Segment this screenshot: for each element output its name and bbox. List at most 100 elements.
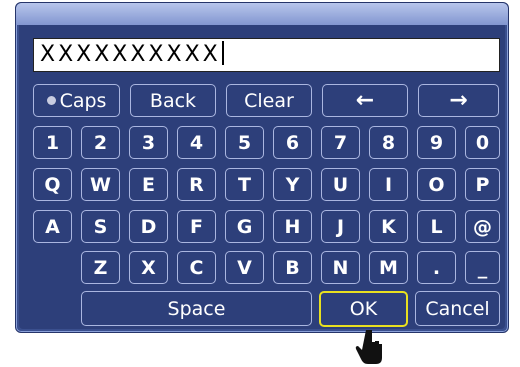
key-label: E <box>142 173 155 196</box>
key-label: @ <box>473 215 492 238</box>
key-x[interactable]: X <box>129 251 168 284</box>
key-2[interactable]: 2 <box>81 126 120 159</box>
cancel-button[interactable]: Cancel <box>415 291 500 326</box>
key-label: T <box>238 173 251 196</box>
key-n[interactable]: N <box>321 251 360 284</box>
key-v[interactable]: V <box>225 251 264 284</box>
ok-label: OK <box>349 298 378 320</box>
key-u[interactable]: U <box>321 168 360 201</box>
input-value: XXXXXXXXXX <box>40 42 221 67</box>
key-e[interactable]: E <box>129 168 168 201</box>
key-label: K <box>381 215 396 238</box>
key-9[interactable]: 9 <box>417 126 456 159</box>
text-input-field[interactable]: XXXXXXXXXX <box>33 38 500 72</box>
clear-key[interactable]: Clear <box>226 84 312 117</box>
key-l[interactable]: L <box>417 210 456 243</box>
key-label: Q <box>44 173 61 196</box>
key-c[interactable]: C <box>177 251 216 284</box>
caps-label: Caps <box>59 89 107 112</box>
key-d[interactable]: D <box>129 210 168 243</box>
space-label: Space <box>167 297 226 320</box>
key-label: W <box>90 173 111 196</box>
key-label: _ <box>477 256 488 279</box>
key-g[interactable]: G <box>225 210 264 243</box>
key-5[interactable]: 5 <box>225 126 264 159</box>
cursor-right-key[interactable]: → <box>418 84 499 117</box>
back-label: Back <box>149 89 197 112</box>
key-label: O <box>428 173 445 196</box>
key-w[interactable]: W <box>81 168 120 201</box>
key-m[interactable]: M <box>369 251 408 284</box>
key-p[interactable]: P <box>465 168 500 201</box>
ok-button[interactable]: OK <box>319 291 408 327</box>
key-label: B <box>285 256 300 279</box>
text-cursor <box>221 41 224 65</box>
caps-indicator-icon <box>46 96 56 105</box>
key-label: 7 <box>333 131 348 154</box>
key-label: 2 <box>93 131 108 154</box>
key-label: X <box>141 256 156 279</box>
key-label: U <box>332 173 349 196</box>
key-z[interactable]: Z <box>81 251 120 284</box>
key-label: P <box>475 173 490 196</box>
key-i[interactable]: I <box>369 168 408 201</box>
key-label: D <box>140 215 157 238</box>
key-y[interactable]: Y <box>273 168 312 201</box>
key-label: J <box>336 215 345 238</box>
key-at[interactable]: @ <box>465 210 500 243</box>
back-key[interactable]: Back <box>130 84 216 117</box>
key-label: R <box>189 173 204 196</box>
key-label: V <box>237 256 252 279</box>
key-underscore[interactable]: _ <box>465 251 500 284</box>
key-8[interactable]: 8 <box>369 126 408 159</box>
key-7[interactable]: 7 <box>321 126 360 159</box>
key-label: I <box>384 173 393 196</box>
key-h[interactable]: H <box>273 210 312 243</box>
key-label: Z <box>93 256 108 279</box>
right-arrow-icon: → <box>449 88 468 113</box>
key-label: 8 <box>381 131 396 154</box>
key-label: C <box>189 256 204 279</box>
key-label: 6 <box>285 131 300 154</box>
key-q[interactable]: Q <box>33 168 72 201</box>
key-b[interactable]: B <box>273 251 312 284</box>
key-label: N <box>332 256 349 279</box>
key-t[interactable]: T <box>225 168 264 201</box>
key-4[interactable]: 4 <box>177 126 216 159</box>
key-j[interactable]: J <box>321 210 360 243</box>
dialog-title-bar <box>16 3 508 25</box>
key-label: . <box>432 256 441 279</box>
key-label: 5 <box>237 131 252 154</box>
key-3[interactable]: 3 <box>129 126 168 159</box>
key-label: 0 <box>475 131 490 154</box>
key-label: Y <box>285 173 300 196</box>
pointing-hand-icon <box>355 330 382 364</box>
key-label: M <box>379 256 398 279</box>
left-arrow-icon: ← <box>355 88 375 113</box>
key-6[interactable]: 6 <box>273 126 312 159</box>
key-label: 1 <box>45 131 60 154</box>
key-period[interactable]: . <box>417 251 456 284</box>
key-label: 4 <box>189 131 204 154</box>
key-k[interactable]: K <box>369 210 408 243</box>
key-label: H <box>284 215 301 238</box>
clear-label: Clear <box>244 89 294 112</box>
key-label: L <box>430 215 443 238</box>
key-label: G <box>236 215 253 238</box>
caps-key[interactable]: Caps <box>33 84 120 117</box>
cursor-left-key[interactable]: ← <box>322 84 408 117</box>
key-label: A <box>45 215 60 238</box>
key-label: 3 <box>141 131 156 154</box>
key-label: S <box>93 215 108 238</box>
key-f[interactable]: F <box>177 210 216 243</box>
key-a[interactable]: A <box>33 210 72 243</box>
key-o[interactable]: O <box>417 168 456 201</box>
key-r[interactable]: R <box>177 168 216 201</box>
key-1[interactable]: 1 <box>33 126 72 159</box>
key-label: 9 <box>429 131 444 154</box>
key-label: F <box>190 215 203 238</box>
cancel-label: Cancel <box>425 297 490 320</box>
key-0[interactable]: 0 <box>465 126 500 159</box>
key-s[interactable]: S <box>81 210 120 243</box>
space-key[interactable]: Space <box>81 291 312 326</box>
